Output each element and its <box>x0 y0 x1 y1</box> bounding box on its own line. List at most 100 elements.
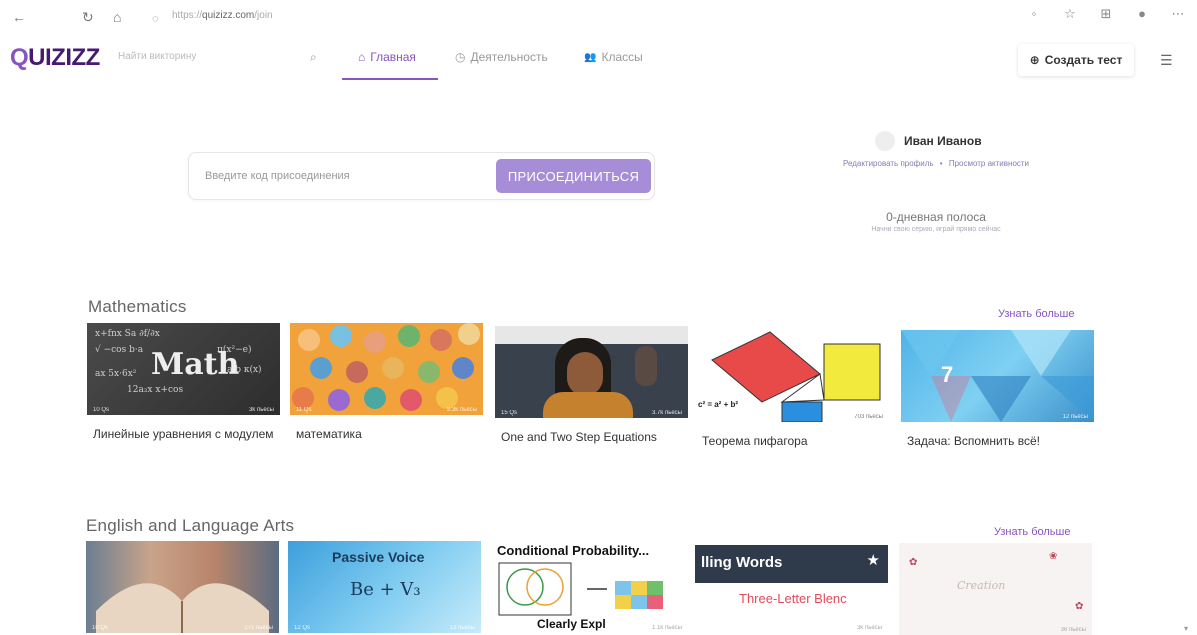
learn-more-link-english[interactable]: Узнать больше <box>994 526 1070 538</box>
home-icon[interactable]: ⌂ <box>113 8 121 26</box>
person-figure <box>436 387 458 409</box>
person-figure <box>310 357 332 379</box>
streak-title: 0-дневная полоса <box>886 210 986 224</box>
card-title: математика <box>296 427 362 441</box>
shirt-shape <box>543 392 633 418</box>
square-a <box>781 401 823 422</box>
quiz-card[interactable]: Conditional Probability... Clearly Expl … <box>495 541 688 633</box>
tab-activity[interactable]: ◷ Деятельность <box>455 50 548 64</box>
geometric-pattern <box>901 330 1094 422</box>
question-count-badge: 12 Qs <box>294 625 311 631</box>
quiz-thumbnail: Conditional Probability... Clearly Expl … <box>495 541 688 633</box>
plays-count-badge: 3k пьесы <box>248 407 274 413</box>
quiz-thumbnail: Passive Voice Be + V₃ 12 Qs 13 пьесы <box>288 541 481 633</box>
logo-q: Q <box>10 44 29 71</box>
venn-frame <box>498 562 572 616</box>
background-person <box>635 346 657 386</box>
spelling-words-banner: lling Words ★ <box>695 545 888 583</box>
formula-decoration: √ −cos b·a <box>95 345 144 355</box>
quiz-thumbnail: c² = a² + b² 703 пьесы <box>696 330 889 422</box>
quiz-card[interactable]: 15 Qs 3.7k пьесы One and Two Step Equati… <box>495 326 688 446</box>
learn-more-link-math[interactable]: Узнать больше <box>998 308 1074 320</box>
search-input[interactable]: Найти викторину <box>118 51 328 69</box>
edit-profile-link[interactable]: Редактировать профиль <box>843 159 934 168</box>
quiz-card[interactable]: ✿ ❀ ✿ Creation 36 пьесы <box>899 543 1092 635</box>
profile-links: Редактировать профиль • Просмотр активно… <box>820 159 1052 168</box>
quiz-card[interactable]: x+fnx Sa ∂f/∂x √ −cos b·a π(x²−e) ax 5x·… <box>87 323 280 443</box>
tab-classes[interactable]: 👥 Классы <box>584 50 643 64</box>
plays-count-badge: 13 пьесы <box>449 625 475 631</box>
math-thumb-text: Math <box>151 347 240 382</box>
clock-icon: ◷ <box>455 50 466 64</box>
grid-cell <box>615 581 631 595</box>
question-count-badge: 15 Qs <box>501 410 518 416</box>
view-activity-link[interactable]: Просмотр активности <box>949 159 1029 168</box>
search-icon[interactable]: ⌕ <box>310 50 317 65</box>
favorites-icon[interactable]: ☆ <box>1061 6 1079 22</box>
collections-icon[interactable]: ⊞ <box>1097 6 1115 22</box>
person-figure <box>430 329 452 351</box>
quiz-thumbnail: 15 Qs 3.7k пьесы <box>495 326 688 418</box>
tab-home[interactable]: ⌂ Главная <box>358 50 416 64</box>
quizizz-page: ← ↻ ⌂ ◌ https://quizizz.com/join ◦ ☆ ⊞ ●… <box>0 0 1197 635</box>
floral-decoration-icon: ❀ <box>1049 551 1058 562</box>
people-icon: 👥 <box>584 51 597 63</box>
profile-icon[interactable]: ● <box>1133 6 1151 22</box>
scroll-down-icon[interactable]: ▾ <box>1184 624 1188 633</box>
reload-icon[interactable]: ↻ <box>82 8 94 26</box>
plays-count-badge: 703 пьесы <box>854 414 883 420</box>
grid-cell <box>631 581 647 595</box>
quiz-card[interactable]: c² = a² + b² 703 пьесы Теорема пифагора <box>696 330 889 450</box>
tab-activity-label: Деятельность <box>470 50 548 64</box>
floral-script-text: Creation <box>957 579 1006 592</box>
quiz-card[interactable]: lling Words ★ Three-Letter Blenc 3k пьесы <box>695 541 888 633</box>
quiz-card[interactable]: 11 Qs 2.3k пьесы математика <box>290 323 483 443</box>
quiz-thumbnail: x+fnx Sa ∂f/∂x √ −cos b·a π(x²−e) ax 5x·… <box>87 323 280 415</box>
three-letter-blend-text: Three-Letter Blenc <box>739 591 847 606</box>
more-icon[interactable]: ⋯ <box>1169 6 1187 22</box>
hamburger-menu-icon[interactable]: ☰ <box>1160 52 1173 69</box>
quiz-card[interactable]: 7 12 пьесы Задача: Вспомнить всё! <box>901 330 1094 450</box>
plays-count-badge: 12 пьесы <box>1062 414 1088 420</box>
extension-icon[interactable]: ◦ <box>1025 6 1043 22</box>
browser-actions: ◦ ☆ ⊞ ● ⋯ <box>1025 6 1187 22</box>
home-tab-icon: ⌂ <box>358 50 366 64</box>
person-figure <box>398 325 420 347</box>
person-figure <box>382 357 404 379</box>
grid-cell <box>647 595 663 609</box>
quiz-card[interactable]: 10 Qs 271 пьесы <box>86 541 279 633</box>
join-button[interactable]: ПРИСОЕДИНИТЬСЯ <box>496 159 651 193</box>
browser-toolbar: ← ↻ ⌂ ◌ https://quizizz.com/join ◦ ☆ ⊞ ●… <box>0 0 1197 36</box>
person-figure <box>298 329 320 351</box>
join-game-box: Введите код присоединения ПРИСОЕДИНИТЬСЯ <box>188 152 655 200</box>
grid-cell <box>615 595 631 609</box>
question-count-badge: 10 Qs <box>92 625 109 631</box>
person-figure <box>452 357 474 379</box>
quiz-thumbnail: 10 Qs 271 пьесы <box>86 541 279 633</box>
quiz-card[interactable]: Passive Voice Be + V₃ 12 Qs 13 пьесы <box>288 541 481 633</box>
spelling-words-text: lling Words <box>701 554 783 571</box>
person-figure <box>418 361 440 383</box>
star-icon: ★ <box>866 552 880 569</box>
pattern-triangle <box>971 376 1031 422</box>
plays-count-badge: 3k пьесы <box>856 625 882 631</box>
person-figure <box>292 387 314 409</box>
join-code-input[interactable]: Введите код присоединения <box>205 170 350 182</box>
avatar[interactable] <box>875 131 895 151</box>
url-path: /join <box>254 10 273 21</box>
floral-decoration-icon: ✿ <box>1075 601 1084 612</box>
venn-circle-b <box>526 568 564 606</box>
quiz-thumbnail: ✿ ❀ ✿ Creation 36 пьесы <box>899 543 1092 635</box>
active-tab-indicator <box>342 78 438 80</box>
thumb-number: 7 <box>941 362 954 387</box>
address-bar[interactable]: https://quizizz.com/join <box>172 10 273 21</box>
person-figure <box>346 361 368 383</box>
quizizz-logo[interactable]: QUIZIZZ <box>10 44 100 72</box>
face-shape <box>567 352 603 396</box>
card-title: One and Two Step Equations <box>501 430 657 444</box>
back-arrow-icon[interactable]: ← <box>12 8 26 26</box>
passive-voice-text: Passive Voice <box>332 549 425 565</box>
open-book-image <box>96 583 269 633</box>
create-test-button[interactable]: ⊕ Создать тест <box>1018 44 1134 76</box>
question-count-badge: 11 Qs <box>296 407 312 413</box>
